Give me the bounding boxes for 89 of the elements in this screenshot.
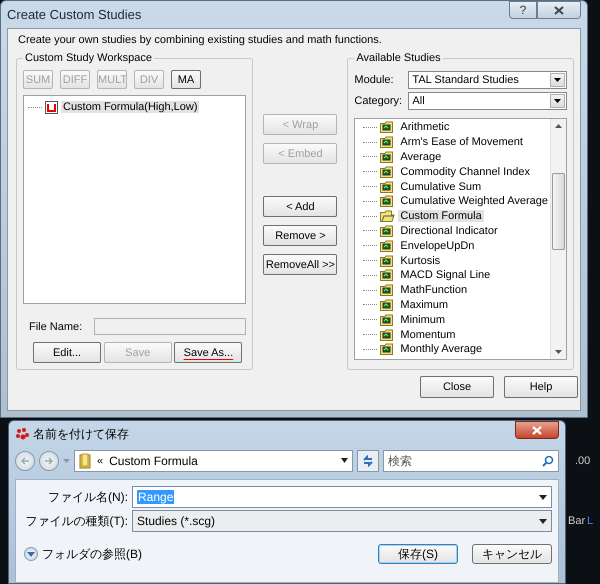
folder-icon	[380, 283, 396, 298]
forward-arrow-icon	[44, 457, 54, 465]
list-item[interactable]: Momentum	[398, 328, 458, 341]
list-item[interactable]: Maximum	[398, 298, 450, 311]
folder-icon	[380, 328, 396, 342]
field-label: ファイルの種類(T):	[24, 512, 128, 530]
folder-icon	[380, 180, 396, 194]
action-button[interactable]: Remove >	[263, 225, 338, 246]
operator-button[interactable]: MA	[171, 70, 201, 89]
list-item[interactable]: MACD Signal Line	[398, 269, 492, 282]
folder-icon	[380, 194, 396, 208]
chart-label: .00	[575, 455, 590, 467]
tree-item[interactable]: Custom Formula(High,Low)	[61, 101, 200, 113]
history-dropdown-icon	[63, 459, 70, 463]
back-arrow-icon	[20, 457, 30, 465]
close-button[interactable]	[515, 421, 559, 439]
close-icon	[554, 6, 564, 14]
folder-icon	[380, 224, 396, 238]
chart-label: Bar	[568, 515, 586, 527]
breadcrumb-separator: «	[97, 455, 104, 467]
list-item[interactable]: MathFunction	[398, 284, 470, 296]
field-label: ファイル名(N):	[47, 488, 128, 506]
list-item[interactable]: Directional Indicator	[398, 224, 500, 237]
list-item[interactable]: EnvelopeUpDn	[398, 240, 476, 252]
formula-icon	[45, 100, 58, 114]
file-type-dropdown[interactable]: Studies (*.scg)	[132, 510, 552, 532]
refresh-button[interactable]	[357, 450, 379, 472]
action-button[interactable]: Save As...	[174, 342, 242, 363]
folder-icon	[380, 254, 396, 268]
chevron-icon	[27, 552, 35, 556]
breadcrumb-folder[interactable]: Custom Formula	[109, 454, 332, 468]
dialog-button[interactable]: Close	[420, 376, 494, 398]
search-field[interactable]: 検索	[383, 450, 559, 472]
folder-icon	[380, 268, 396, 282]
dialog-button[interactable]: Help	[504, 376, 578, 398]
back-button[interactable]	[15, 451, 35, 471]
action-button[interactable]: Edit...	[33, 342, 101, 363]
group-title: Available Studies	[355, 52, 442, 64]
instruction-text: Create your own studies by combining existing studies and math functions.	[18, 34, 383, 46]
category-dropdown[interactable]: All	[408, 92, 567, 110]
address-bar[interactable]: « Custom Formula	[74, 450, 353, 472]
folder-icon	[380, 150, 396, 164]
dropdown-arrow-icon	[539, 518, 547, 524]
dialog-button[interactable]: 保存(S)	[378, 544, 458, 564]
scrollbar[interactable]	[550, 119, 566, 359]
list-item[interactable]: Monthly Average	[398, 343, 484, 356]
list-item[interactable]: Average	[398, 150, 444, 163]
app-icon	[15, 427, 29, 441]
folder-icon	[380, 298, 396, 312]
folder-icon	[380, 135, 396, 150]
list-item[interactable]: Cumulative Weighted Average	[398, 195, 550, 208]
list-item[interactable]: Commodity Channel Index	[398, 166, 532, 178]
help-button[interactable]: ?	[509, 1, 537, 19]
chart-label: L	[587, 515, 594, 527]
list-item[interactable]: Kurtosis	[398, 254, 442, 267]
search-icon	[542, 455, 554, 467]
scroll-thumb[interactable]	[552, 173, 565, 250]
field-label: Category:	[354, 95, 404, 107]
list-item[interactable]: Minimum	[398, 314, 448, 326]
field-label: Module:	[354, 74, 395, 86]
group-title: Custom Study Workspace	[24, 52, 153, 64]
list-item[interactable]: Arithmetic	[398, 121, 452, 134]
dropdown-arrow-icon	[554, 78, 561, 82]
scroll-down-icon	[555, 350, 562, 354]
action-button[interactable]: RemoveAll >>	[263, 254, 338, 275]
module-dropdown[interactable]: TAL Standard Studies	[408, 71, 567, 89]
action-button[interactable]: < Add	[263, 196, 338, 217]
forward-button[interactable]	[39, 451, 59, 471]
dialog-button[interactable]: キャンセル	[472, 544, 552, 564]
refresh-icon	[362, 455, 374, 467]
folder-icon	[79, 453, 91, 469]
close-button[interactable]	[537, 1, 581, 19]
list-item[interactable]: Cumulative Sum	[398, 180, 484, 193]
close-icon	[532, 426, 542, 434]
folder-icon	[380, 164, 396, 179]
browse-folders-toggle[interactable]: フォルダの参照(B)	[24, 546, 142, 562]
list-item[interactable]: Arm's Ease of Movement	[398, 136, 525, 148]
open-folder-icon	[380, 209, 396, 224]
window-title: Create Custom Studies	[7, 7, 142, 22]
folder-icon	[380, 120, 396, 134]
folder-icon	[380, 238, 396, 253]
dropdown-arrow-icon	[554, 99, 561, 103]
field-label: File Name:	[29, 320, 82, 332]
folder-icon	[380, 342, 396, 356]
list-item[interactable]: Custom Formula	[398, 210, 484, 222]
scroll-up-icon	[555, 124, 562, 128]
folder-icon	[380, 312, 396, 327]
window-title: 名前を付けて保存	[33, 426, 129, 442]
dropdown-arrow-icon	[539, 494, 547, 500]
